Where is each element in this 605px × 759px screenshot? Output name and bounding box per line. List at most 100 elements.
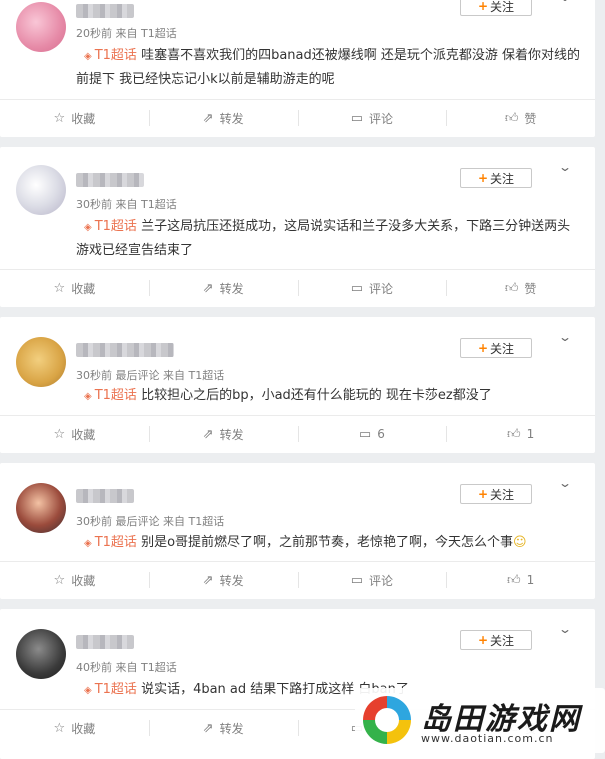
username-blurred[interactable]: [76, 635, 134, 649]
topic-link[interactable]: ◈ T1超话: [76, 535, 137, 550]
action-bar: ☆收藏 ⇗转发 ▭评论 👍︎赞: [0, 269, 595, 306]
post-body: 哇塞喜不喜欢我们的四banad还被爆线啊 还是玩个派克都没游 保着你对线的前提下…: [76, 48, 581, 87]
post-text: ◈ T1超话 兰子这局抗压还挺成功，这局说实话和兰子没多大关系，下路三分钟送两头游…: [76, 215, 582, 262]
action-bar: ☆ 收藏 ⇗ 转发 ▭ 6 👍︎ 1: [0, 415, 595, 452]
repost-button[interactable]: ⇗ 转发: [148, 562, 298, 598]
thumbs-up-icon: 👍︎: [504, 280, 519, 296]
username-blurred[interactable]: [76, 343, 174, 357]
post-card: 30秒前 来自 T1超话 + 关注 ⌄ ◈ T1超话 兰子这局抗压还挺成功，这局说…: [0, 147, 595, 307]
emoji-icon: ☺: [513, 535, 527, 550]
thumbs-up-icon: 👍︎: [504, 110, 519, 126]
avatar[interactable]: [16, 165, 66, 215]
post-body: 比较担心之后的bp，小ad还有什么能玩的 现在卡莎ez都没了: [141, 388, 492, 403]
plus-icon: +: [477, 171, 489, 185]
username-blurred[interactable]: [76, 173, 144, 187]
action-bar: ☆ 收藏 ⇗ 转发 ▭ 评论 👍︎ 1: [0, 561, 595, 598]
post-source[interactable]: 来自 T1超话: [116, 198, 177, 211]
chevron-down-icon[interactable]: ⌄: [558, 0, 572, 4]
repost-icon: ⇗: [202, 426, 214, 442]
save-button[interactable]: ☆ 收藏: [0, 710, 149, 746]
post-body: 别是o哥提前燃尽了啊，之前那节奏，老惊艳了啊，今天怎么个事: [141, 535, 514, 550]
comment-button[interactable]: ▭ 6: [297, 416, 447, 452]
supertopic-icon: ◈: [84, 685, 92, 696]
post-time[interactable]: 30秒前: [76, 515, 112, 528]
post-text: ◈ T1超话 哇塞喜不喜欢我们的四banad还被爆线啊 还是玩个派克都没游 保着你…: [76, 44, 582, 91]
plus-icon: +: [477, 487, 489, 501]
avatar[interactable]: [16, 629, 66, 679]
topic-link[interactable]: ◈ T1超话: [76, 219, 137, 234]
repost-icon: ⇗: [202, 110, 214, 126]
post-card: 30秒前 最后评论 来自 T1超话 + 关注 ⌄ ◈ T1超话 比较担心之后的bp…: [0, 317, 595, 453]
post-time[interactable]: 30秒前: [76, 198, 112, 211]
comment-button[interactable]: ▭评论: [297, 100, 447, 136]
follow-button[interactable]: + 关注: [460, 630, 532, 650]
post-meta: 20秒前 来自 T1超话: [76, 25, 177, 41]
post-time[interactable]: 30秒前: [76, 369, 112, 382]
plus-icon: +: [477, 633, 489, 647]
chevron-down-icon[interactable]: ⌄: [558, 622, 572, 636]
post-source[interactable]: 来自 T1超话: [116, 661, 177, 674]
follow-label: 关注: [490, 487, 515, 502]
post-card: 20秒前 来自 T1超话 + 关注 ⌄ ◈T1超话 哇塞喜不喜欢我们的四bana…: [0, 0, 595, 137]
follow-button[interactable]: + 关注: [460, 338, 532, 358]
like-button[interactable]: 👍︎赞: [446, 100, 595, 136]
username-blurred[interactable]: [76, 489, 134, 503]
topic-link[interactable]: ◈ T1超话: [76, 48, 137, 63]
save-button[interactable]: ☆ 收藏: [0, 100, 149, 136]
post-text: ◈ T1超话 别是o哥提前燃尽了啊，之前那节奏，老惊艳了啊，今天怎么个事☺: [76, 531, 582, 555]
username-blurred[interactable]: [76, 4, 134, 18]
follow-label: 关注: [490, 341, 515, 356]
repost-button[interactable]: ⇗ 转发: [148, 416, 298, 452]
chevron-down-icon[interactable]: ⌄: [558, 160, 572, 174]
post-source[interactable]: 来自 T1超话: [163, 369, 224, 382]
comment-button[interactable]: ▭评论: [297, 562, 447, 598]
plus-icon: +: [477, 0, 489, 13]
plus-icon: +: [477, 341, 489, 355]
post-meta: 30秒前 最后评论 来自 T1超话: [76, 367, 224, 383]
post-time[interactable]: 20秒前: [76, 27, 112, 40]
watermark-logo-icon: [363, 696, 411, 744]
post-card: 30秒前 最后评论 来自 T1超话 + 关注 ⌄ ◈ T1超话 别是o哥提前燃尽了…: [0, 463, 595, 599]
avatar[interactable]: [16, 337, 66, 387]
topic-link[interactable]: ◈ T1超话: [76, 682, 137, 697]
repost-button[interactable]: ⇗ 转发: [148, 270, 298, 306]
like-button[interactable]: 👍︎ 1: [446, 562, 595, 598]
follow-button[interactable]: + 关注: [460, 168, 532, 188]
like-button[interactable]: 👍︎ 1: [446, 416, 595, 452]
comment-icon: ▭: [350, 280, 364, 296]
post-source[interactable]: 来自 T1超话: [116, 27, 177, 40]
thumbs-up-icon: 👍︎: [507, 426, 521, 442]
last-comment-label: 最后评论: [115, 515, 160, 528]
like-button[interactable]: 👍︎赞: [446, 270, 595, 306]
star-icon: ☆: [53, 110, 66, 126]
star-icon: ☆: [53, 280, 66, 296]
star-icon: ☆: [53, 426, 66, 442]
repost-button[interactable]: ⇗ 转发: [148, 710, 298, 746]
chevron-down-icon[interactable]: ⌄: [558, 476, 572, 490]
comment-icon: ▭: [350, 572, 364, 588]
topic-link[interactable]: ◈ T1超话: [76, 388, 137, 403]
post-body: 兰子这局抗压还挺成功，这局说实话和兰子没多大关系，下路三分钟送两头游戏已经宣告结…: [76, 219, 571, 258]
comment-button[interactable]: ▭评论: [297, 270, 447, 306]
save-button[interactable]: ☆ 收藏: [0, 416, 149, 452]
post-source[interactable]: 来自 T1超话: [163, 515, 224, 528]
post-time[interactable]: 40秒前: [76, 661, 112, 674]
supertopic-icon: ◈: [84, 51, 92, 62]
last-comment-label: 最后评论: [115, 369, 160, 382]
repost-button[interactable]: ⇗ 转发: [148, 100, 298, 136]
star-icon: ☆: [53, 720, 66, 736]
save-button[interactable]: ☆ 收藏: [0, 270, 149, 306]
avatar[interactable]: [16, 2, 66, 52]
action-bar: ☆收藏 ⇗转发 ▭评论 👍︎赞: [0, 99, 595, 136]
watermark-url: www.daotian.com.cn: [421, 732, 554, 745]
supertopic-icon: ◈: [84, 222, 92, 233]
star-icon: ☆: [53, 572, 66, 588]
follow-button[interactable]: + 关注: [460, 484, 532, 504]
chevron-down-icon[interactable]: ⌄: [558, 330, 572, 344]
avatar[interactable]: [16, 483, 66, 533]
save-button[interactable]: ☆ 收藏: [0, 562, 149, 598]
repost-icon: ⇗: [202, 720, 214, 736]
follow-label: 关注: [490, 633, 515, 648]
follow-button[interactable]: + 关注: [460, 0, 532, 16]
post-text: ◈ T1超话 比较担心之后的bp，小ad还有什么能玩的 现在卡莎ez都没了: [76, 384, 582, 408]
